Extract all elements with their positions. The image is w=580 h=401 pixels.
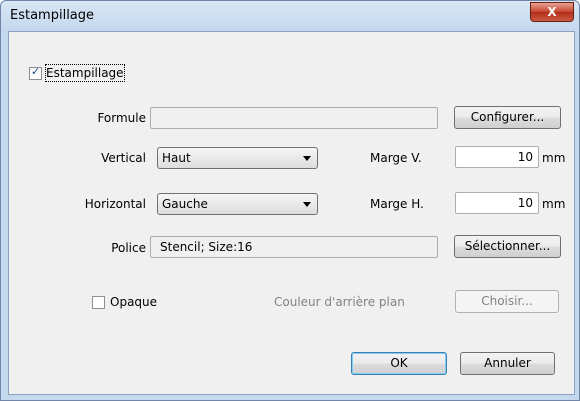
vertical-label: Vertical [101, 151, 146, 165]
horizontal-label: Horizontal [84, 197, 146, 211]
formula-label: Formule [97, 111, 146, 125]
margin-v-unit: mm [542, 151, 566, 165]
vertical-selected: Haut [162, 151, 191, 165]
cancel-button[interactable]: Annuler [460, 352, 555, 375]
font-value: Stencil; Size:16 [160, 240, 253, 254]
margin-h-value: 10 [517, 196, 533, 210]
margin-v-label: Marge V. [370, 151, 422, 165]
checkmark-icon: ✓ [31, 65, 41, 78]
formula-field [150, 107, 438, 129]
background-color-label: Couleur d'arrière plan [274, 295, 405, 309]
dialog-body: ✓ Estampillage Formule Configurer... Ver… [8, 31, 575, 395]
close-button[interactable]: X [530, 2, 574, 22]
margin-v-input[interactable]: 10 [455, 146, 539, 168]
chevron-down-icon [303, 156, 311, 161]
select-font-button[interactable]: Sélectionner... [454, 235, 561, 258]
choose-color-button[interactable]: Choisir... [455, 290, 559, 313]
opaque-checkbox[interactable] [92, 296, 105, 309]
window-title: Estampillage [10, 8, 95, 23]
margin-h-label: Marge H. [370, 197, 424, 211]
horizontal-selected: Gauche [162, 197, 208, 211]
vertical-select[interactable]: Haut [157, 147, 318, 169]
stamp-checkbox[interactable]: ✓ [29, 65, 42, 80]
configure-button[interactable]: Configurer... [454, 106, 561, 129]
margin-v-value: 10 [517, 150, 533, 164]
horizontal-select[interactable]: Gauche [157, 193, 318, 215]
opaque-label[interactable]: Opaque [110, 294, 157, 310]
close-icon: X [547, 5, 557, 19]
configure-button-label: Configurer... [470, 110, 545, 124]
cancel-button-label: Annuler [484, 356, 531, 370]
font-field: Stencil; Size:16 [150, 236, 438, 258]
margin-h-input[interactable]: 10 [455, 192, 539, 214]
ok-button[interactable]: OK [351, 352, 447, 375]
choose-color-button-label: Choisir... [481, 294, 533, 308]
stamp-checkbox-label[interactable]: Estampillage [45, 64, 125, 82]
ok-button-label: OK [390, 356, 408, 370]
title-bar[interactable]: Estampillage X [1, 1, 579, 31]
font-label: Police [111, 241, 146, 255]
chevron-down-icon [303, 202, 311, 207]
select-font-button-label: Sélectionner... [464, 239, 551, 253]
margin-h-unit: mm [542, 197, 566, 211]
dialog-window: Estampillage X ✓ Estampillage Formule Co… [0, 0, 580, 401]
